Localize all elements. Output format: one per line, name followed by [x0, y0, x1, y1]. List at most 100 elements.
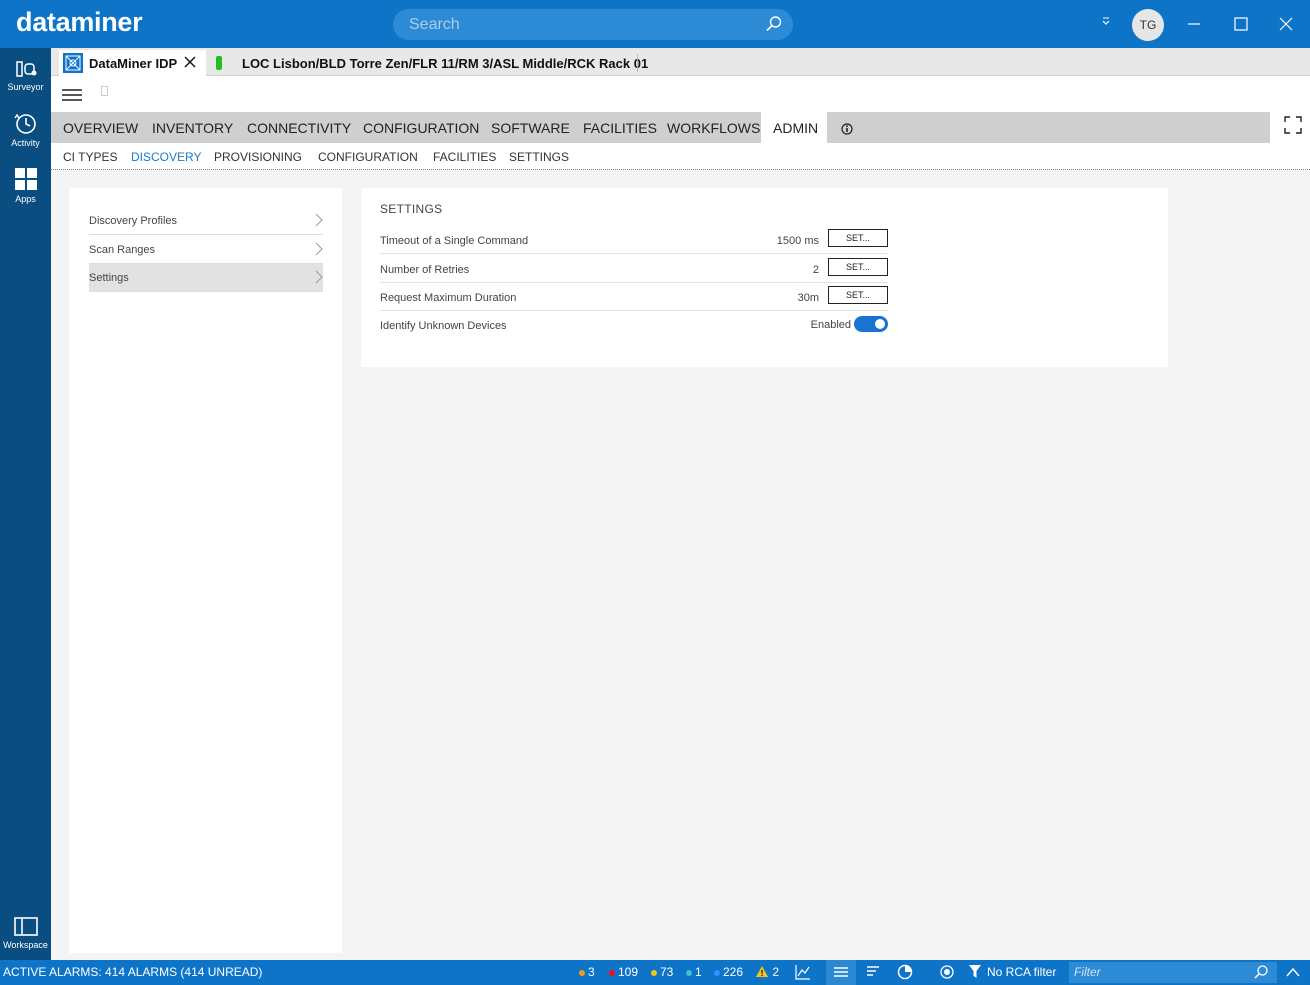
- alarm-count: 226: [723, 965, 744, 979]
- maximize-button[interactable]: [1229, 12, 1253, 36]
- setting-row-max-duration: Request Maximum Duration 30m SET...: [380, 283, 888, 311]
- warning-count[interactable]: 2: [755, 965, 779, 979]
- content-area: Discovery Profiles Scan Ranges Settings …: [51, 170, 1310, 960]
- setting-value: 30m: [797, 292, 819, 304]
- setting-value: 2: [812, 264, 819, 276]
- tab-divider: [637, 54, 638, 72]
- focus-icon[interactable]: [939, 964, 955, 983]
- rail-item-workspace[interactable]: Workspace: [0, 916, 51, 950]
- chevron-up-icon[interactable]: [1286, 966, 1300, 981]
- menu-item-discovery-profiles[interactable]: Discovery Profiles: [89, 207, 323, 235]
- nav-facilities[interactable]: FACILITIES: [583, 120, 657, 136]
- setting-label: Identify Unknown Devices: [380, 320, 507, 332]
- tab-dataminer-idp[interactable]: DataMiner IDP: [59, 50, 206, 76]
- menu-item-scan-ranges[interactable]: Scan Ranges: [89, 236, 323, 264]
- subnav-ci-types[interactable]: CI TYPES: [63, 150, 117, 164]
- setting-row-timeout: Timeout of a Single Command 1500 ms SET.…: [380, 226, 888, 254]
- subnav-settings[interactable]: SETTINGS: [509, 150, 569, 164]
- pie-chart-icon[interactable]: [897, 964, 913, 983]
- list-view-icon[interactable]: [826, 960, 856, 985]
- set-retries-button[interactable]: SET...: [828, 258, 888, 276]
- setting-label: Request Maximum Duration: [380, 292, 517, 304]
- hamburger-menu-icon[interactable]: [62, 88, 82, 107]
- fullscreen-icon[interactable]: [1284, 116, 1302, 139]
- tab-rack-path[interactable]: LOC Lisbon/BLD Torre Zen/FLR 11/RM 3/ASL…: [242, 56, 648, 71]
- tab-label: DataMiner IDP: [89, 56, 178, 71]
- alarm-count-warning[interactable]: 1: [686, 965, 702, 979]
- subnav-facilities[interactable]: FACILITIES: [433, 150, 496, 164]
- avatar[interactable]: TG: [1132, 9, 1164, 41]
- warning-icon: [756, 966, 768, 977]
- chevron-right-icon: [315, 213, 323, 227]
- status-bar: ACTIVE ALARMS: 414 ALARMS (414 UNREAD) 3…: [0, 960, 1310, 985]
- search-box[interactable]: Search: [393, 9, 793, 40]
- nav-inventory[interactable]: INVENTORY: [152, 120, 233, 136]
- rca-filter-label[interactable]: No RCA filter: [987, 965, 1056, 979]
- menu-item-label: Settings: [89, 272, 129, 284]
- chevron-down-icon[interactable]: [1101, 15, 1111, 29]
- alarm-count-notice[interactable]: 226: [714, 965, 743, 979]
- setting-label: Number of Retries: [380, 264, 470, 276]
- nav-connectivity[interactable]: CONNECTIVITY: [247, 120, 351, 136]
- setting-row-identify-unknown: Identify Unknown Devices Enabled: [380, 311, 888, 339]
- rail-label: Apps: [15, 194, 36, 204]
- sort-icon[interactable]: [865, 964, 881, 983]
- set-timeout-button[interactable]: SET...: [828, 229, 888, 247]
- search-input[interactable]: Search: [409, 16, 460, 34]
- tab-strip: DataMiner IDP LOC Lisbon/BLD Torre Zen/F…: [51, 48, 1310, 76]
- nav-software[interactable]: SOFTWARE: [491, 120, 570, 136]
- subnav-discovery[interactable]: DISCOVERY: [131, 150, 201, 164]
- sub-nav: CI TYPES DISCOVERY PROVISIONING CONFIGUR…: [51, 143, 1310, 170]
- severity-dot: [714, 969, 720, 976]
- alarm-count: 1: [695, 965, 702, 979]
- settings-title: SETTINGS: [380, 202, 443, 216]
- main-area: DataMiner IDP LOC Lisbon/BLD Torre Zen/F…: [51, 48, 1310, 960]
- apps-icon: [14, 168, 37, 190]
- alarm-count-critical[interactable]: 109: [609, 965, 638, 979]
- severity-dot: [686, 969, 692, 976]
- nav-workflows[interactable]: WORKFLOWS: [667, 120, 760, 136]
- filter-placeholder: Filter: [1074, 965, 1101, 979]
- filter-input[interactable]: Filter: [1069, 962, 1277, 983]
- nav-overview[interactable]: OVERVIEW: [63, 120, 138, 136]
- info-icon[interactable]: [841, 122, 853, 140]
- severity-dot: [651, 969, 657, 976]
- severity-dot: [579, 969, 585, 976]
- alarm-count: 109: [618, 965, 639, 979]
- setting-label: Timeout of a Single Command: [380, 235, 529, 247]
- alarm-count-minor[interactable]: 73: [651, 965, 673, 979]
- rail-item-activity[interactable]: Activity: [0, 112, 51, 148]
- menu-item-settings[interactable]: Settings: [89, 264, 323, 292]
- identify-unknown-toggle[interactable]: [854, 316, 888, 332]
- close-icon[interactable]: [183, 55, 197, 74]
- subnav-configuration[interactable]: CONFIGURATION: [318, 150, 418, 164]
- status-indicator: [216, 56, 222, 70]
- workspace-icon: [13, 917, 38, 936]
- search-icon[interactable]: [1253, 964, 1269, 980]
- subnav-provisioning[interactable]: PROVISIONING: [214, 150, 302, 164]
- placeholder-icon: [101, 86, 108, 96]
- setting-row-retries: Number of Retries 2 SET...: [380, 255, 888, 283]
- nav-admin[interactable]: ADMIN: [761, 112, 827, 143]
- alarm-count-timeout[interactable]: 3: [579, 965, 595, 979]
- rail-item-surveyor[interactable]: Surveyor: [0, 58, 51, 92]
- filter-icon[interactable]: [968, 964, 982, 983]
- app-toolbar: [51, 76, 1310, 112]
- active-alarms-text[interactable]: ACTIVE ALARMS: 414 ALARMS (414 UNREAD): [3, 965, 262, 979]
- minimize-button[interactable]: [1182, 12, 1206, 36]
- setting-value: 1500 ms: [776, 235, 819, 247]
- trend-icon[interactable]: [795, 964, 811, 983]
- search-icon[interactable]: [765, 15, 783, 38]
- title-bar: dataminer Search TG: [0, 0, 1310, 48]
- rail-label: Activity: [11, 138, 40, 148]
- rail-item-apps[interactable]: Apps: [0, 166, 51, 204]
- set-duration-button[interactable]: SET...: [828, 286, 888, 304]
- discovery-menu: Discovery Profiles Scan Ranges Settings: [69, 188, 342, 953]
- toggle-state-label: Enabled: [810, 319, 851, 331]
- nav-configuration[interactable]: CONFIGURATION: [363, 120, 479, 136]
- alarm-count: 3: [588, 965, 595, 979]
- idp-app-icon: [63, 53, 83, 73]
- top-nav: OVERVIEW INVENTORY CONNECTIVITY CONFIGUR…: [51, 112, 1270, 143]
- close-window-button[interactable]: [1274, 12, 1298, 36]
- severity-dot: [609, 969, 615, 976]
